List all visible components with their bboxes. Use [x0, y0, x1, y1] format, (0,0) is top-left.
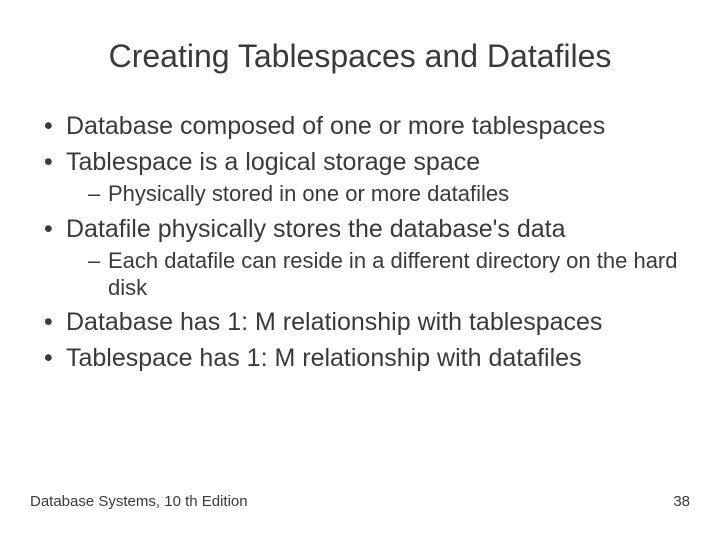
list-item: Database has 1: M relationship with tabl…	[40, 307, 690, 337]
bullet-text: Database has 1: M relationship with tabl…	[66, 308, 602, 336]
bullet-text: Database composed of one or more tablesp…	[66, 112, 605, 140]
list-item: Tablespace has 1: M relationship with da…	[40, 343, 690, 373]
sub-list: Each datafile can reside in a different …	[66, 248, 690, 302]
slide-title: Creating Tablespaces and Datafiles	[30, 38, 690, 75]
sub-bullet-text: Each datafile can reside in a different …	[108, 248, 678, 300]
sub-list-item: Physically stored in one or more datafil…	[88, 181, 690, 208]
list-item: Database composed of one or more tablesp…	[40, 111, 690, 141]
page-number: 38	[673, 493, 690, 510]
bullet-text: Datafile physically stores the database'…	[66, 215, 566, 243]
sub-list-item: Each datafile can reside in a different …	[88, 248, 690, 302]
bullet-text: Tablespace is a logical storage space	[66, 148, 480, 176]
footer: Database Systems, 10 th Edition 38	[30, 493, 690, 510]
bullet-text: Tablespace has 1: M relationship with da…	[66, 344, 582, 372]
footer-left: Database Systems, 10 th Edition	[30, 493, 248, 510]
list-item: Tablespace is a logical storage space Ph…	[40, 147, 690, 208]
bullet-list: Database composed of one or more tablesp…	[30, 111, 690, 373]
slide: Creating Tablespaces and Datafiles Datab…	[0, 0, 720, 540]
sub-bullet-text: Physically stored in one or more datafil…	[108, 181, 509, 206]
list-item: Datafile physically stores the database'…	[40, 214, 690, 302]
sub-list: Physically stored in one or more datafil…	[66, 181, 690, 208]
